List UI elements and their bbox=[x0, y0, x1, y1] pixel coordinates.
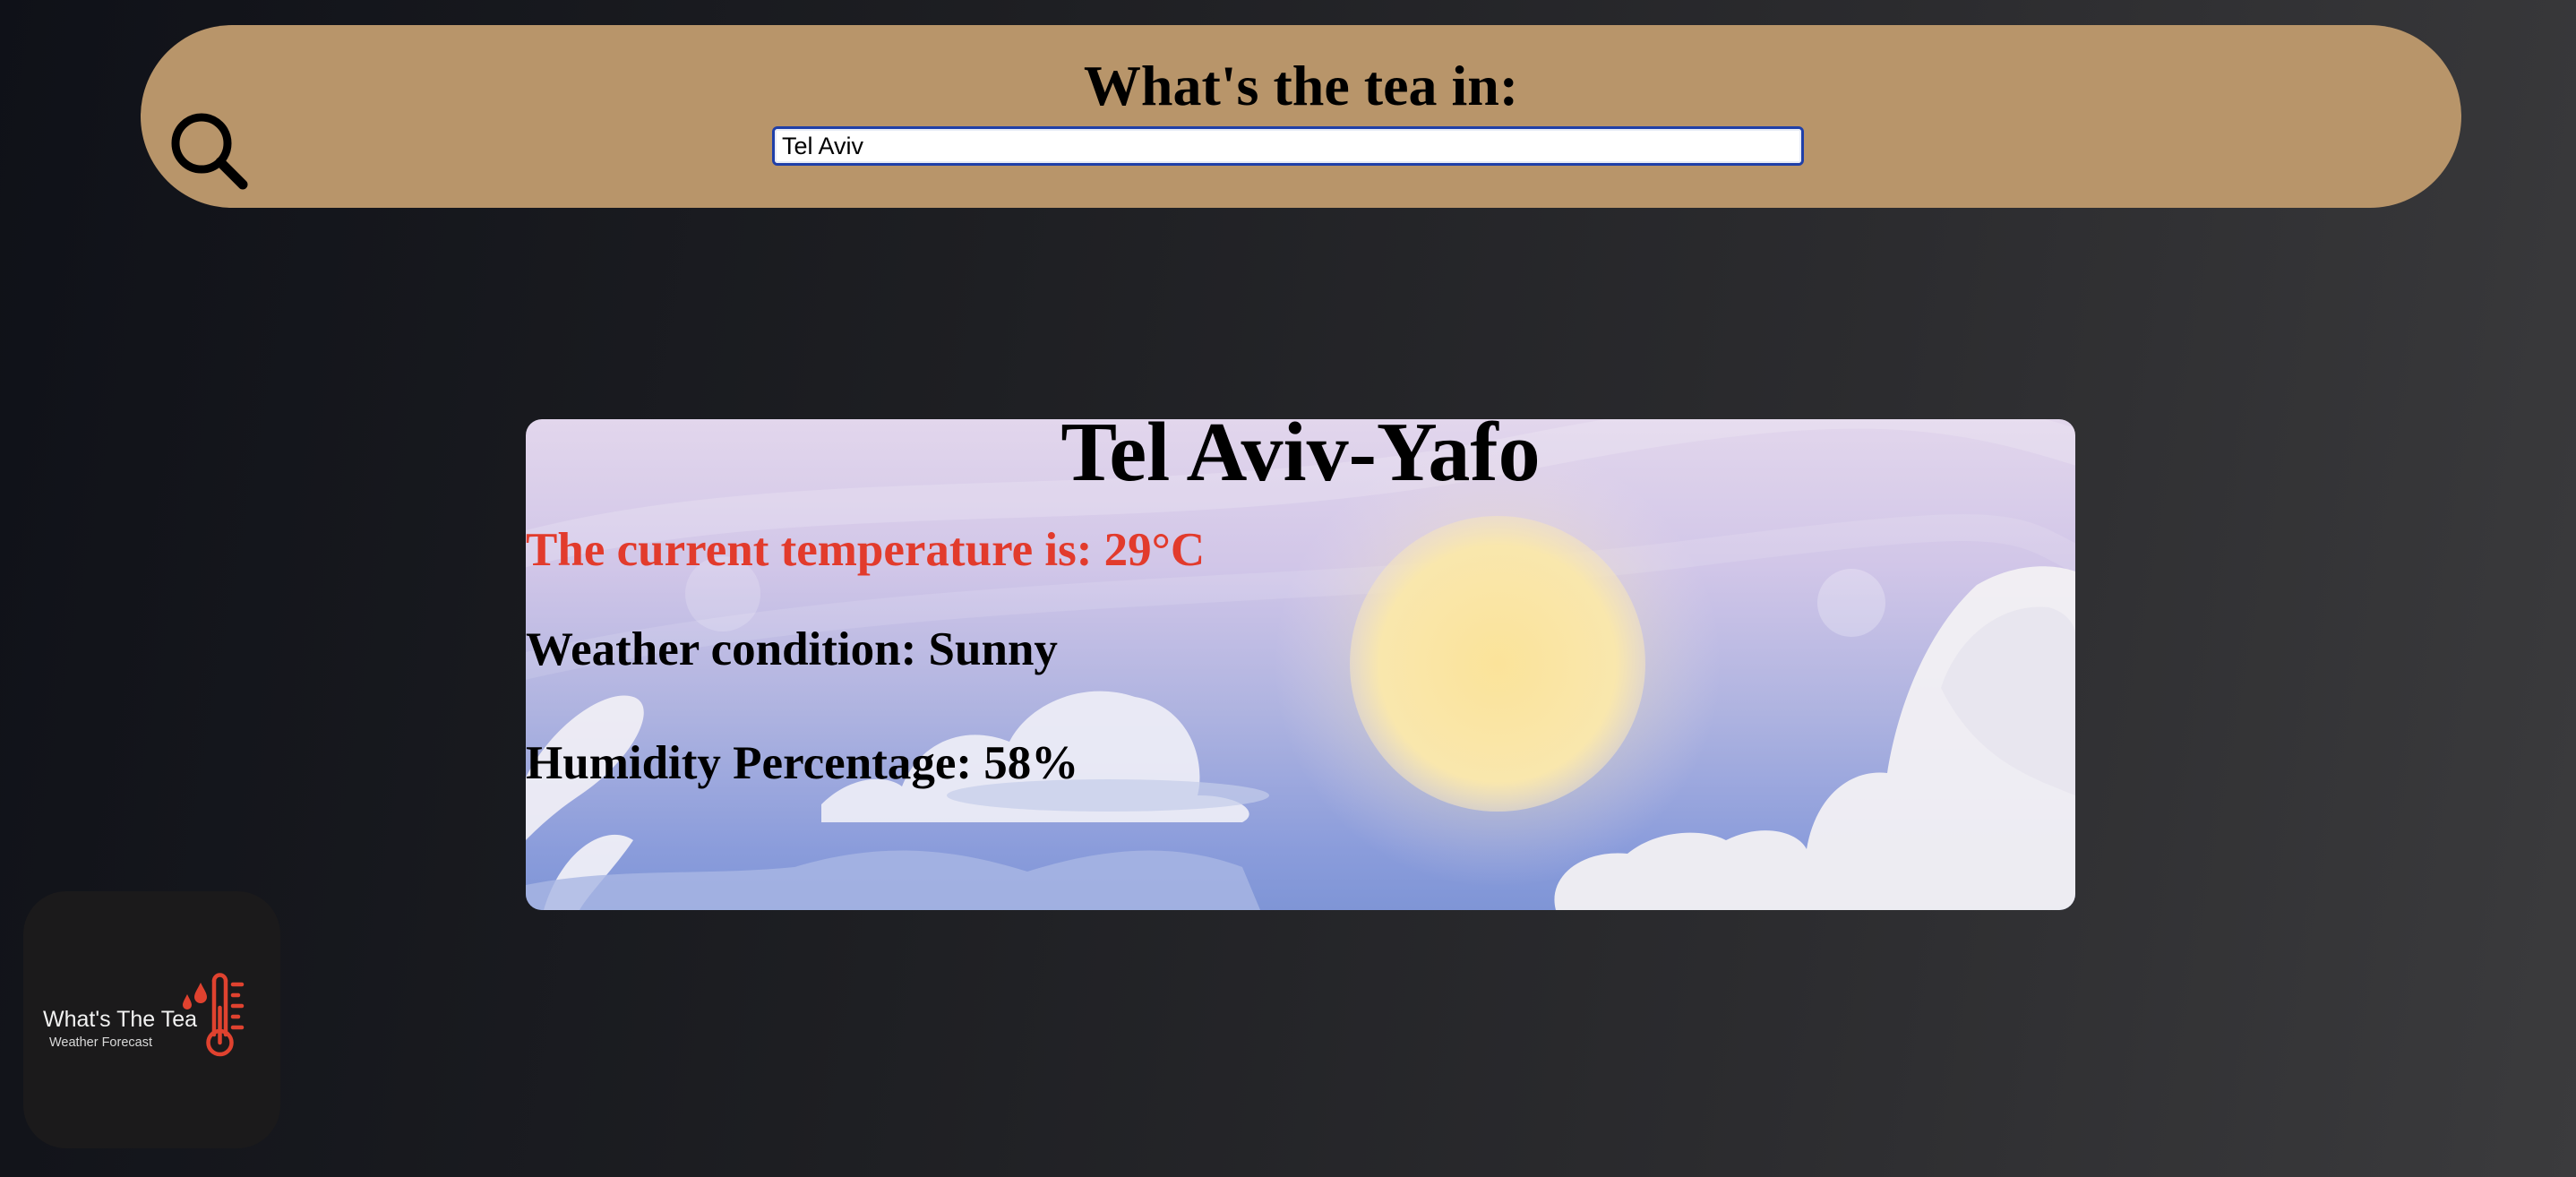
city-name: Tel Aviv-Yafo bbox=[1060, 419, 1541, 499]
search-icon[interactable] bbox=[166, 107, 252, 193]
temperature-text: The current temperature is: 29°C bbox=[526, 524, 1206, 576]
logo-graphic: What's The Tea Weather Forecast bbox=[43, 973, 245, 1057]
logo-name: What's The Tea bbox=[43, 1007, 197, 1032]
app-logo: What's The Tea Weather Forecast bbox=[23, 891, 280, 1148]
logo-tagline: Weather Forecast bbox=[49, 1035, 152, 1050]
weather-card: Tel Aviv-Yafo The current temperature is… bbox=[526, 419, 2075, 910]
weather-condition-text: Weather condition: Sunny bbox=[526, 623, 1058, 675]
humidity-text: Humidity Percentage: 58% bbox=[526, 737, 1079, 789]
thermometer-icon bbox=[206, 973, 245, 1057]
droplets-icon bbox=[183, 983, 207, 1009]
city-search-input[interactable] bbox=[772, 126, 1804, 166]
search-header: What's the tea in: bbox=[141, 25, 2461, 208]
header-title: What's the tea in: bbox=[1083, 54, 1519, 117]
